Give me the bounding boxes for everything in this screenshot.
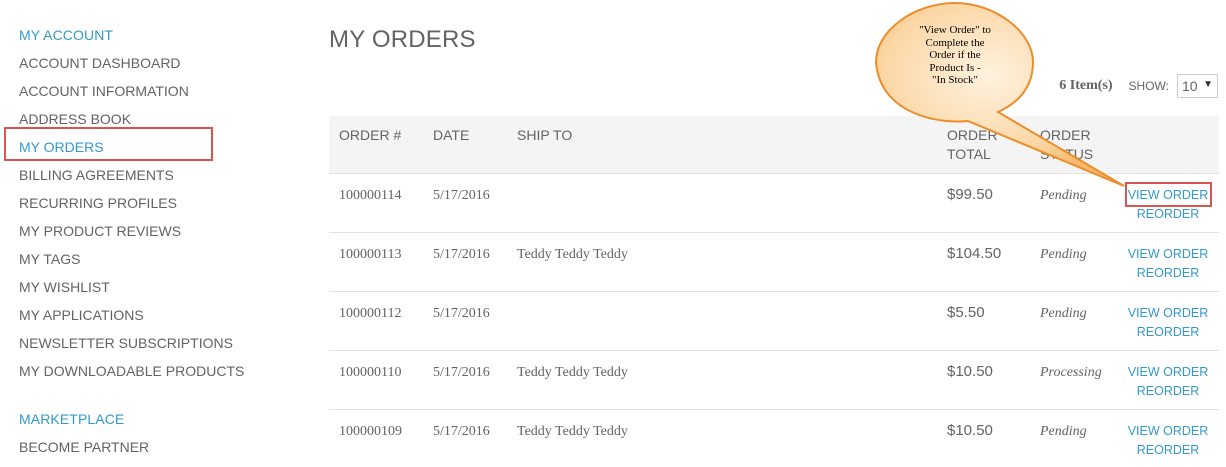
order-status: Processing <box>1040 365 1102 380</box>
order-number: 100000113 <box>339 247 402 262</box>
order-status-label-line2: STATUS <box>1040 146 1094 162</box>
sidebar-item-my-applications[interactable]: MY APPLICATIONS <box>19 307 144 323</box>
callout-line: Complete the <box>925 36 985 49</box>
page-title: MY ORDERS <box>329 26 476 53</box>
callout-line: Product Is - <box>929 61 981 74</box>
marketplace-heading: MARKETPLACE <box>19 411 125 427</box>
callout-line: "In Stock" <box>932 74 978 86</box>
table-row: 100000109 5/17/2016 Teddy Teddy Teddy $1… <box>329 410 1219 467</box>
row-actions: VIEW ORDER REORDER <box>1127 245 1209 283</box>
table-header: ORDER # DATE SHIP TO ORDER TOTAL ORDER S… <box>329 116 1219 174</box>
view-order-link[interactable]: VIEW ORDER <box>1127 186 1209 205</box>
sidebar-item-account-information[interactable]: ACCOUNT INFORMATION <box>19 83 189 99</box>
order-total: $10.50 <box>947 363 993 380</box>
row-actions: VIEW ORDER REORDER <box>1127 186 1209 224</box>
reorder-link[interactable]: REORDER <box>1127 264 1209 283</box>
order-status: Pending <box>1040 424 1087 439</box>
sidebar-item-my-wishlist[interactable]: MY WISHLIST <box>19 279 110 295</box>
show-label: SHOW: <box>1128 79 1169 93</box>
sidebar-item-address-book[interactable]: ADDRESS BOOK <box>19 111 131 127</box>
order-status-label-line1: ORDER <box>1040 127 1091 143</box>
ship-to: Teddy Teddy Teddy <box>517 424 628 439</box>
order-status: Pending <box>1040 306 1087 321</box>
table-row: 100000113 5/17/2016 Teddy Teddy Teddy $1… <box>329 233 1219 292</box>
dropdown-arrow-icon: ▼ <box>1203 79 1213 90</box>
callout-line: "View Order" to <box>919 24 991 36</box>
sidebar-item-billing-agreements[interactable]: BILLING AGREEMENTS <box>19 167 174 183</box>
order-number: 100000112 <box>339 306 402 321</box>
ship-to: Teddy Teddy Teddy <box>517 365 628 380</box>
sidebar-item-account-dashboard[interactable]: ACCOUNT DASHBOARD <box>19 55 181 71</box>
order-date: 5/17/2016 <box>433 188 490 203</box>
view-order-link[interactable]: VIEW ORDER <box>1127 363 1209 382</box>
order-total: $99.50 <box>947 186 993 203</box>
order-total-label-line1: ORDER <box>947 127 998 143</box>
pager: 6 Item(s) SHOW: 10 ▼ <box>1059 74 1218 98</box>
sidebar-item-recurring-profiles[interactable]: RECURRING PROFILES <box>19 195 177 211</box>
reorder-link[interactable]: REORDER <box>1127 382 1209 401</box>
order-date: 5/17/2016 <box>433 247 490 262</box>
item-count: 6 Item(s) <box>1059 78 1113 93</box>
row-actions: VIEW ORDER REORDER <box>1127 363 1209 401</box>
order-date: 5/17/2016 <box>433 424 490 439</box>
sidebar-item-my-downloadable-products[interactable]: MY DOWNLOADABLE PRODUCTS <box>19 363 244 379</box>
sidebar-item-become-partner[interactable]: BECOME PARTNER <box>19 439 149 455</box>
callout-text: "View Order" to Complete the Order if th… <box>891 24 1019 87</box>
order-total: $104.50 <box>947 245 1002 262</box>
show-per-page-select[interactable]: 10 ▼ <box>1177 74 1218 98</box>
order-date: 5/17/2016 <box>433 306 490 321</box>
reorder-link[interactable]: REORDER <box>1127 205 1209 224</box>
row-actions: VIEW ORDER REORDER <box>1127 304 1209 342</box>
table-row: 100000110 5/17/2016 Teddy Teddy Teddy $1… <box>329 351 1219 410</box>
order-number: 100000114 <box>339 188 402 203</box>
order-total: $10.50 <box>947 422 993 439</box>
order-status: Pending <box>1040 188 1087 203</box>
sidebar-item-newsletter-subscriptions[interactable]: NEWSLETTER SUBSCRIPTIONS <box>19 335 233 351</box>
ship-to: Teddy Teddy Teddy <box>517 247 628 262</box>
my-orders-highlight-box <box>4 127 213 161</box>
order-total-label-line2: TOTAL <box>947 146 991 162</box>
view-order-link[interactable]: VIEW ORDER <box>1127 422 1209 441</box>
view-order-link[interactable]: VIEW ORDER <box>1127 245 1209 264</box>
order-date: 5/17/2016 <box>433 365 490 380</box>
column-header-date: DATE <box>433 127 470 143</box>
reorder-link[interactable]: REORDER <box>1127 441 1209 460</box>
order-number: 100000110 <box>339 365 402 380</box>
sidebar-item-my-product-reviews[interactable]: MY PRODUCT REVIEWS <box>19 223 181 239</box>
order-number: 100000109 <box>339 424 402 439</box>
row-actions: VIEW ORDER REORDER <box>1127 422 1209 460</box>
account-sidebar: MY ACCOUNT ACCOUNT DASHBOARD ACCOUNT INF… <box>0 0 300 467</box>
orders-table: ORDER # DATE SHIP TO ORDER TOTAL ORDER S… <box>329 116 1219 467</box>
order-total: $5.50 <box>947 304 985 321</box>
my-account-heading: MY ACCOUNT <box>19 27 114 43</box>
callout-line: Order if the <box>929 49 981 61</box>
sidebar-item-my-tags[interactable]: MY TAGS <box>19 251 80 267</box>
column-header-order: ORDER # <box>339 127 402 143</box>
column-header-order-total: ORDER TOTAL <box>947 126 998 164</box>
view-order-link[interactable]: VIEW ORDER <box>1127 304 1209 323</box>
column-header-order-status: ORDER STATUS <box>1040 126 1093 164</box>
reorder-link[interactable]: REORDER <box>1127 323 1209 342</box>
table-row: 100000114 5/17/2016 $99.50 Pending VIEW … <box>329 174 1219 233</box>
table-row: 100000112 5/17/2016 $5.50 Pending VIEW O… <box>329 292 1219 351</box>
order-status: Pending <box>1040 247 1087 262</box>
show-per-page-value: 10 <box>1182 78 1198 94</box>
column-header-ship-to: SHIP TO <box>517 127 573 143</box>
